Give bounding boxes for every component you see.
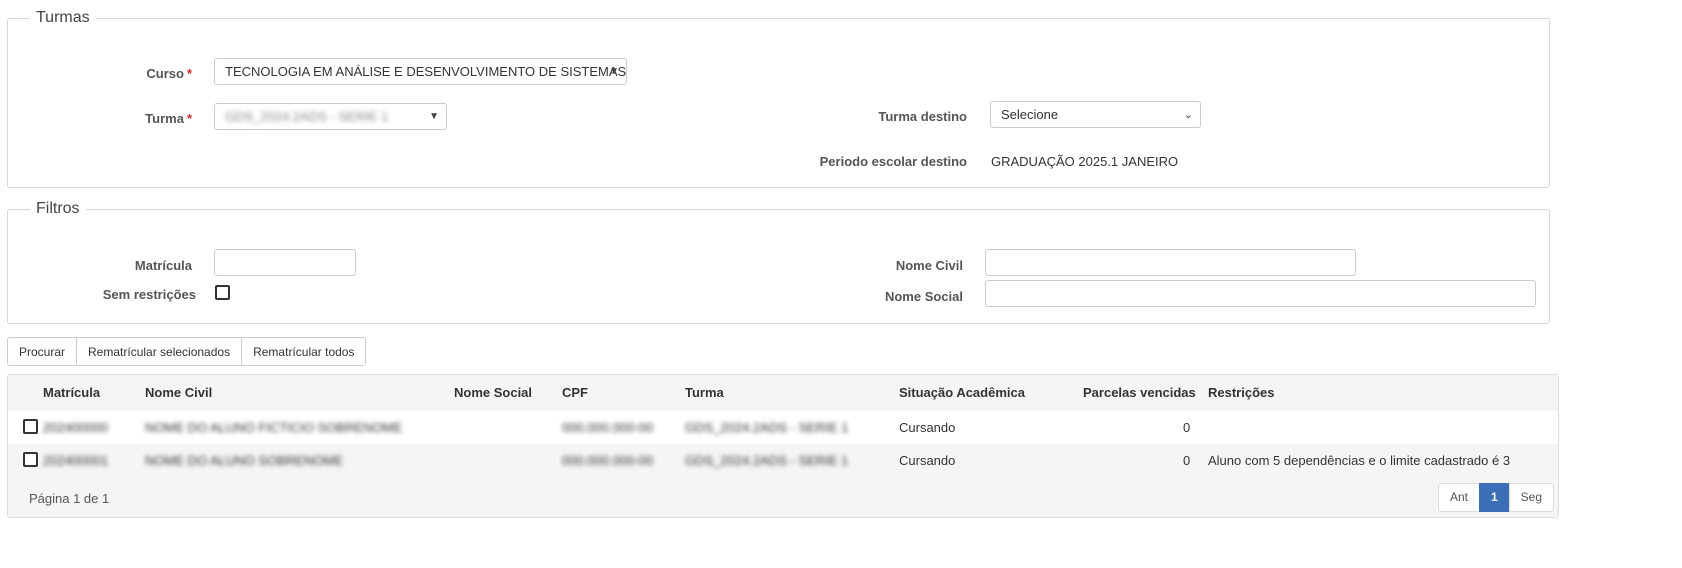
row-select-checkbox[interactable] — [23, 452, 38, 467]
rematricular-selecionados-button[interactable]: Rematrícular selecionados — [76, 337, 243, 366]
nome-civil-input[interactable] — [985, 249, 1356, 276]
cell-situacao: Cursando — [899, 420, 956, 435]
table-row[interactable]: 202400000 NOME DO ALUNO FICTICIO SOBRENO… — [8, 411, 1558, 445]
matricula-input[interactable] — [214, 249, 356, 276]
chevron-down-icon: ⌄ — [1183, 109, 1193, 121]
header-turma[interactable]: Turma — [685, 385, 724, 400]
table-footer: Página 1 de 1 Ant 1 Seg — [8, 477, 1558, 517]
cell-cpf: 000.000.000-00 — [562, 420, 654, 435]
action-button-group: Procurar Rematrícular selecionados Remat… — [7, 337, 367, 366]
pagination-page-button[interactable]: 1 — [1478, 483, 1510, 512]
filtros-legend: Filtros — [36, 200, 80, 217]
turma-destino-select[interactable]: Selecione ⌄ — [990, 101, 1201, 128]
required-mark: * — [186, 66, 192, 81]
cell-matricula: 202400001 — [43, 453, 109, 468]
nome-social-label: Nome Social — [884, 289, 963, 304]
row-select-checkbox[interactable] — [23, 419, 38, 434]
header-restricoes[interactable]: Restrições — [1208, 385, 1274, 400]
header-parcelas[interactable]: Parcelas vencidas — [1083, 385, 1196, 400]
curso-select-value: TECNOLOGIA EM ANÁLISE E DESENVOLVIMENTO … — [225, 64, 627, 79]
pagination-prev-button[interactable]: Ant — [1437, 483, 1480, 512]
header-matricula[interactable]: Matrícula — [43, 385, 100, 400]
cell-situacao: Cursando — [899, 453, 956, 468]
sem-restricoes-checkbox[interactable] — [215, 285, 230, 300]
nome-social-input[interactable] — [985, 280, 1536, 307]
cell-turma: GDS_2024.2ADS - SERIE 1 — [685, 453, 849, 468]
cell-parcelas: 0 — [1183, 453, 1191, 468]
curso-select[interactable]: TECNOLOGIA EM ANÁLISE E DESENVOLVIMENTO … — [214, 58, 627, 85]
turma-select[interactable]: GDS_2024.2ADS - SERIE 1 ▼ — [214, 103, 447, 130]
header-nome-social[interactable]: Nome Social — [454, 385, 532, 400]
header-situacao[interactable]: Situação Acadêmica — [899, 385, 1025, 400]
curso-label: Curso * — [146, 66, 192, 81]
chevron-down-icon: ▼ — [609, 66, 619, 77]
pagination-next-button[interactable]: Seg — [1508, 483, 1554, 512]
periodo-value: GRADUAÇÃO 2025.1 JANEIRO — [991, 154, 1179, 169]
cell-nome-civil: NOME DO ALUNO FICTICIO SOBRENOME — [145, 420, 403, 435]
page-info: Página 1 de 1 — [29, 491, 110, 506]
matricula-filter-label: Matrícula — [134, 258, 192, 273]
turmas-legend: Turmas — [36, 9, 90, 26]
cell-matricula: 202400000 — [43, 420, 109, 435]
rematricular-todos-button[interactable]: Rematrícular todos — [241, 337, 367, 366]
turma-destino-select-value: Selecione — [1001, 107, 1059, 122]
sem-restricoes-label: Sem restrições — [102, 287, 196, 302]
cell-restricoes: Aluno com 5 dependências e o limite cada… — [1208, 453, 1511, 468]
header-cpf[interactable]: CPF — [562, 385, 588, 400]
periodo-label: Periodo escolar destino — [819, 154, 967, 169]
nome-civil-label: Nome Civil — [895, 258, 963, 273]
chevron-down-icon: ▼ — [429, 111, 439, 122]
header-nome-civil[interactable]: Nome Civil — [145, 385, 212, 400]
turma-destino-label: Turma destino — [878, 109, 967, 124]
turma-select-value: GDS_2024.2ADS - SERIE 1 — [225, 109, 389, 124]
table-header: Matrícula Nome Civil Nome Social CPF Tur… — [8, 375, 1558, 412]
cell-parcelas: 0 — [1183, 420, 1191, 435]
cell-turma: GDS_2024.2ADS - SERIE 1 — [685, 420, 849, 435]
pagination: Ant 1 Seg — [1437, 483, 1554, 512]
turma-label: Turma * — [145, 111, 192, 126]
turmas-fieldset: Turmas — [7, 9, 1550, 188]
table-row[interactable]: 202400001 NOME DO ALUNO SOBRENOME 000.00… — [8, 444, 1558, 478]
cell-cpf: 000.000.000-00 — [562, 453, 654, 468]
cell-nome-civil: NOME DO ALUNO SOBRENOME — [145, 453, 343, 468]
procurar-button[interactable]: Procurar — [7, 337, 78, 366]
students-table: Matrícula Nome Civil Nome Social CPF Tur… — [7, 374, 1559, 518]
required-mark: * — [186, 111, 192, 126]
